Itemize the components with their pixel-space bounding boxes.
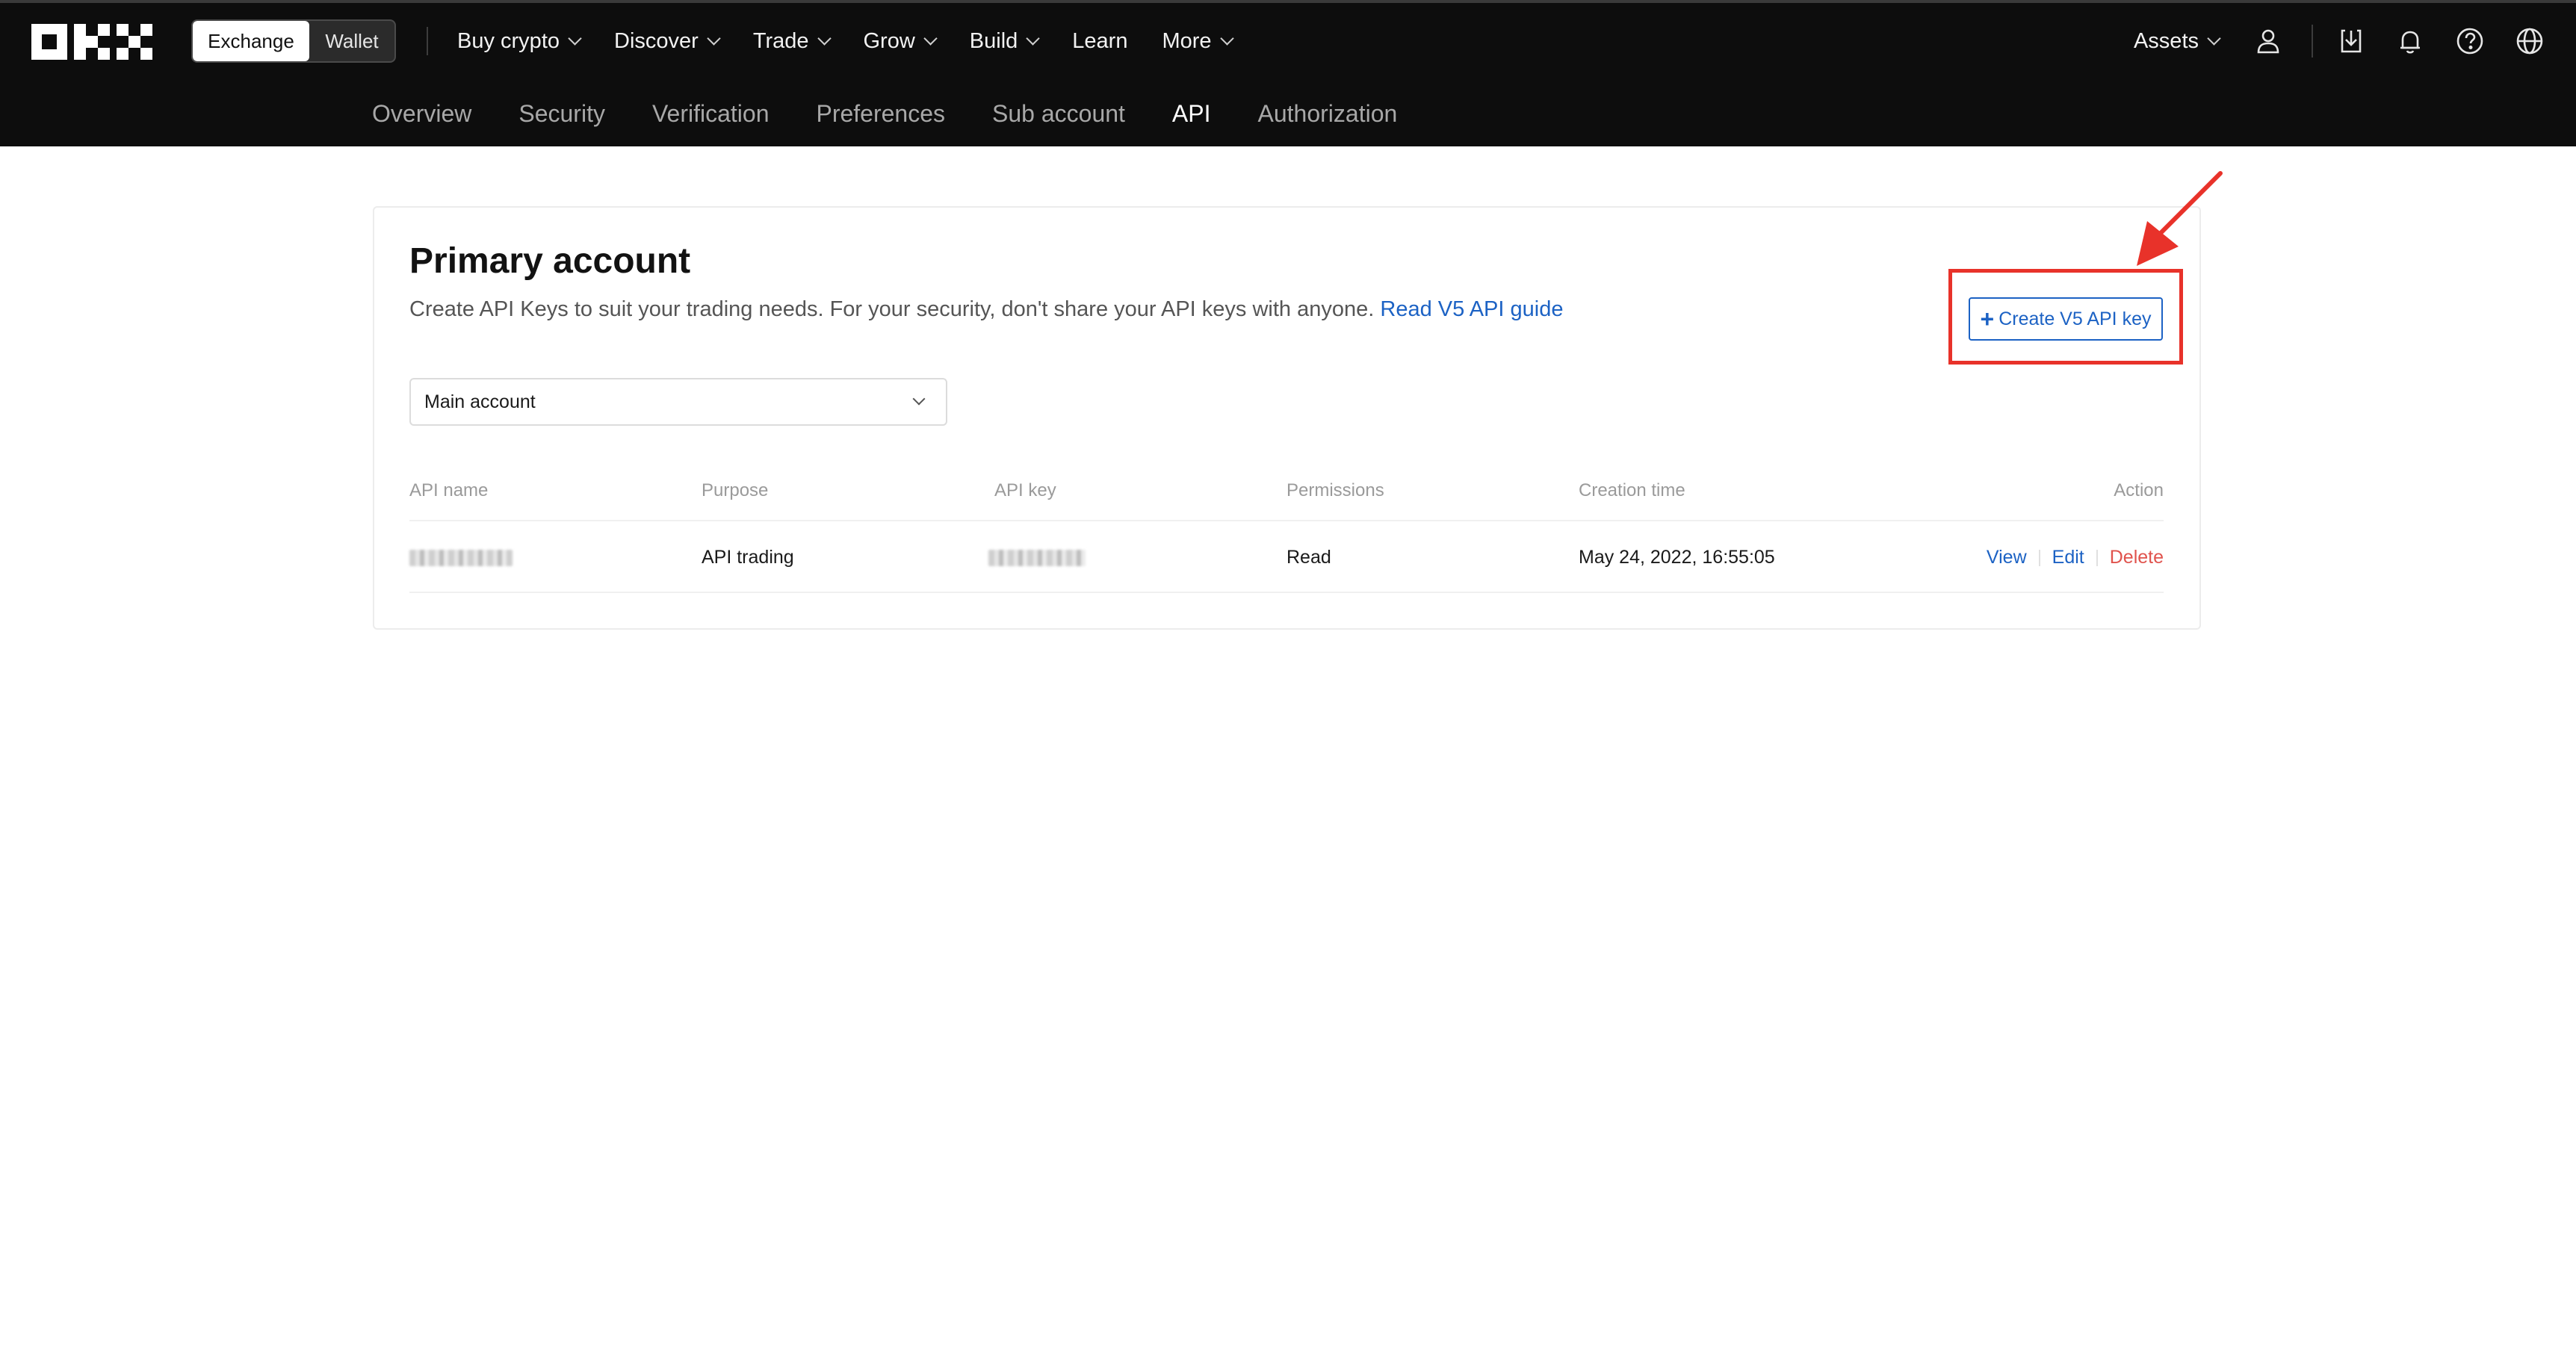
view-button[interactable]: View [1987,547,2027,568]
assets-label: Assets [2133,28,2199,53]
annotation-arrow-icon [2137,171,2223,266]
account-subnav: Overview Security Verification Preferenc… [372,94,1444,133]
exchange-toggle[interactable]: Exchange [193,21,309,61]
nav-more[interactable]: More [1162,28,1234,54]
chevron-down-icon [2207,31,2221,46]
chevron-down-icon [1219,31,1234,46]
nav-label: Grow [863,28,915,53]
bell-icon[interactable] [2394,25,2427,58]
column-api-key: API key [994,480,1056,500]
account-select-value: Main account [424,391,536,412]
page-description: Create API Keys to suit your trading nee… [409,297,1563,322]
nav-discover[interactable]: Discover [614,28,721,54]
top-header: Exchange Wallet Buy crypto Discover Trad… [0,0,2576,146]
tab-authorization[interactable]: Authorization [1258,100,1398,128]
wallet-toggle[interactable]: Wallet [309,21,394,61]
tab-verification[interactable]: Verification [652,100,770,128]
api-key-redacted [988,550,1086,566]
chevron-down-icon [912,392,926,406]
tab-overview[interactable]: Overview [372,100,471,128]
read-v5-api-guide-link[interactable]: Read V5 API guide [1380,297,1563,321]
nav-grow[interactable]: Grow [863,28,938,54]
tab-preferences[interactable]: Preferences [816,100,945,128]
nav-label: More [1162,28,1212,53]
action-divider [2038,549,2040,566]
nav-label: Buy crypto [457,28,560,53]
delete-button[interactable]: Delete [2110,547,2164,568]
page-title: Primary account [409,241,691,281]
globe-icon[interactable] [2513,25,2546,58]
nav-build[interactable]: Build [969,28,1040,54]
help-icon[interactable] [2453,25,2486,58]
main-nav: Buy crypto Discover Trade Grow Build Lea… [457,19,1266,63]
edit-button[interactable]: Edit [2052,547,2084,568]
tab-api[interactable]: API [1172,100,1211,128]
column-action: Action [2114,480,2164,500]
chevron-down-icon [817,31,832,46]
header-divider [427,27,428,55]
user-icon[interactable] [2252,25,2285,58]
api-keys-table: API name Purpose API key Permissions Cre… [409,462,2164,593]
column-api-name: API name [409,480,489,500]
download-icon[interactable] [2312,25,2367,58]
column-creation-time: Creation time [1579,480,1685,500]
chevron-down-icon [923,31,938,46]
api-name-redacted [409,550,513,566]
annotation-highlight-box [1948,269,2183,365]
row-actions: View Edit Delete [1987,547,2164,568]
account-select[interactable]: Main account [409,378,947,426]
nav-label: Build [969,28,1018,53]
column-permissions: Permissions [1287,480,1384,500]
nav-label: Trade [752,28,809,53]
exchange-wallet-switch: Exchange Wallet [191,19,396,63]
table-row: API trading Read May 24, 2022, 16:55:05 … [409,521,2164,593]
nav-label: Discover [614,28,699,53]
cell-purpose: API trading [702,547,794,568]
cell-creation-time: May 24, 2022, 16:55:05 [1579,547,1775,568]
nav-buy-crypto[interactable]: Buy crypto [457,28,582,54]
header-right-actions: Assets [2134,19,2576,63]
tab-security[interactable]: Security [518,100,605,128]
okx-logo[interactable] [31,24,152,60]
chevron-down-icon [1026,31,1040,46]
cell-permissions: Read [1287,547,1331,568]
nav-trade[interactable]: Trade [752,28,832,54]
tab-sub-account[interactable]: Sub account [992,100,1125,128]
nav-label: Learn [1072,28,1128,53]
table-header: API name Purpose API key Permissions Cre… [409,462,2164,521]
description-text: Create API Keys to suit your trading nee… [409,297,1375,321]
column-purpose: Purpose [702,480,769,500]
assets-menu[interactable]: Assets [2133,28,2221,54]
nav-learn[interactable]: Learn [1072,29,1127,54]
chevron-down-icon [568,31,582,46]
chevron-down-icon [707,31,721,46]
action-divider [2096,549,2098,566]
